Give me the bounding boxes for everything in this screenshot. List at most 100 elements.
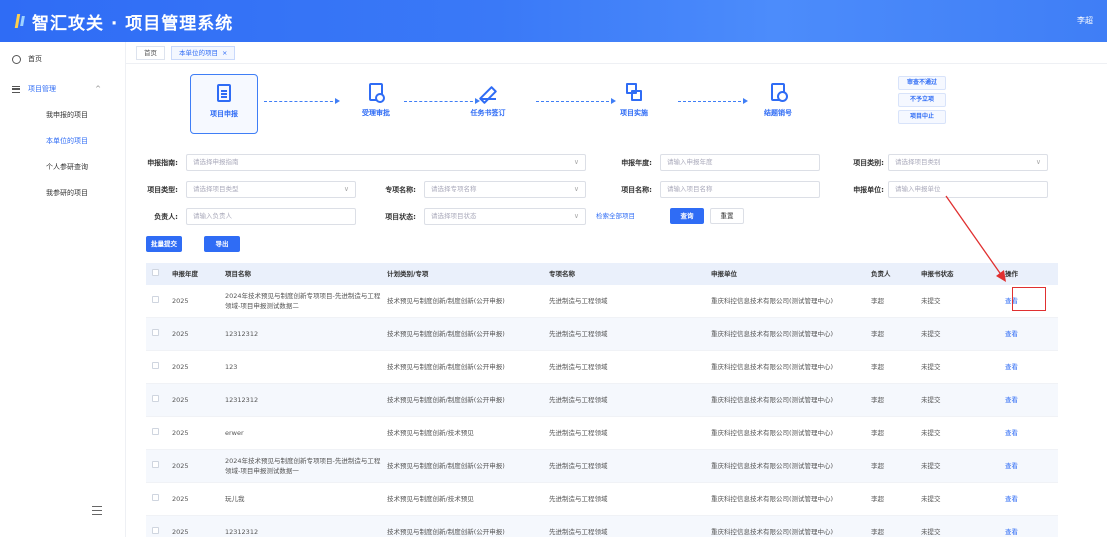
cell-year: 2025 — [172, 396, 189, 404]
view-link[interactable]: 查看 — [1001, 461, 1058, 471]
type-select[interactable]: 请选择项目类型 ∨ — [186, 181, 356, 198]
row-checkbox[interactable] — [146, 527, 168, 537]
cell-year: 2025 — [172, 330, 189, 338]
sidebar-group-project-management[interactable]: 项目管理 ^ — [0, 76, 125, 102]
search-button[interactable]: 查询 — [670, 208, 704, 224]
view-link[interactable]: 查看 — [1001, 329, 1058, 339]
sidebar-item-my-research-projects[interactable]: 我参研的项目 — [0, 180, 125, 206]
cell-status: 未提交 — [921, 330, 941, 338]
export-button[interactable]: 导出 — [204, 236, 240, 252]
row-checkbox[interactable] — [146, 494, 168, 504]
view-link[interactable]: 查看 — [1001, 362, 1058, 372]
not-approved-button[interactable]: 不予立项 — [898, 93, 946, 107]
arrow-right-icon — [264, 98, 340, 104]
special-placeholder: 请选择专项名称 — [431, 185, 477, 193]
cell-unit: 重庆科控信息技术有限公司(测试管理中心) — [711, 495, 834, 503]
row-checkbox[interactable] — [146, 461, 168, 471]
search-all-link[interactable]: 检索全部项目 — [596, 208, 635, 225]
guide-select[interactable]: 请选择申报指南 ∨ — [186, 154, 586, 171]
table-row: 2025 12312312 技术预见与制度创新/制度创新(公开申报) 先进制造与工程领… — [146, 384, 1058, 417]
step-implementation[interactable]: 项目实施 — [600, 74, 668, 134]
sidebar-item-home[interactable]: 首页 — [0, 42, 125, 76]
name-input[interactable]: 请输入项目名称 — [660, 181, 820, 198]
view-link[interactable]: 查看 — [1001, 527, 1058, 537]
column-header: 负责人 — [871, 270, 891, 278]
column-header: 操作 — [1005, 270, 1018, 278]
tab-label: 本单位的项目 — [179, 48, 218, 57]
approval-icon — [365, 82, 387, 104]
sidebar: 首页 项目管理 ^ 我申报的项目 本单位的项目 个人参研查询 我参研的项目 — [0, 42, 126, 537]
tabs-bar: 首页 本单位的项目 × — [126, 42, 1107, 64]
cell-special: 先进制造与工程领域 — [549, 396, 608, 404]
cell-unit: 重庆科控信息技术有限公司(测试管理中心) — [711, 297, 834, 305]
cell-owner: 李超 — [871, 297, 884, 305]
implement-icon — [623, 82, 645, 104]
view-link[interactable]: 查看 — [1001, 494, 1058, 504]
cell-project-name: erwer — [225, 429, 244, 437]
owner-input[interactable]: 请输入负责人 — [186, 208, 356, 225]
cell-plan: 技术预见与制度创新/制度创新(公开申报) — [387, 363, 505, 371]
highlight-box — [1012, 287, 1046, 311]
unit-label: 申报单位: — [853, 186, 884, 194]
column-header: 专项名称 — [549, 270, 575, 278]
cell-unit: 重庆科控信息技术有限公司(测试管理中心) — [711, 396, 834, 404]
select-all-checkbox[interactable] — [146, 269, 168, 279]
cell-year: 2025 — [172, 462, 189, 470]
sign-icon — [477, 82, 499, 104]
cell-unit: 重庆科控信息技术有限公司(测试管理中心) — [711, 330, 834, 338]
review-failed-button[interactable]: 审查不通过 — [898, 76, 946, 90]
cell-special: 先进制造与工程领域 — [549, 297, 608, 305]
cell-plan: 技术预见与制度创新/制度创新(公开申报) — [387, 528, 505, 536]
table-row: 2025 12312312 技术预见与制度创新/制度创新(公开申报) 先进制造与工程领… — [146, 318, 1058, 351]
step-sign[interactable]: 任务书签订 — [454, 74, 522, 134]
step-application[interactable]: 项目申报 — [190, 74, 258, 134]
step-closing[interactable]: 结题销号 — [744, 74, 812, 134]
column-header: 项目名称 — [225, 270, 251, 278]
row-checkbox[interactable] — [146, 395, 168, 405]
unit-input[interactable]: 请输入申报单位 — [888, 181, 1048, 198]
project-terminated-button[interactable]: 项目中止 — [898, 110, 946, 124]
sidebar-item-personal-research-query[interactable]: 个人参研查询 — [0, 154, 125, 180]
tab-home[interactable]: 首页 — [136, 45, 165, 60]
step-label: 受理审批 — [362, 109, 390, 117]
cell-owner: 李超 — [871, 396, 884, 404]
special-select[interactable]: 请选择专项名称 ∨ — [424, 181, 586, 198]
row-checkbox[interactable] — [146, 428, 168, 438]
view-link[interactable]: 查看 — [1001, 395, 1058, 405]
category-label: 项目类别: — [853, 159, 884, 167]
sidebar-item-my-applications[interactable]: 我申报的项目 — [0, 102, 125, 128]
filter-row: 项目类型: 请选择项目类型 ∨ 专项名称: 请选择专项名称 ∨ 项目名称: 请输入项… — [126, 181, 1107, 199]
cell-unit: 重庆科控信息技术有限公司(测试管理中心) — [711, 528, 834, 536]
cell-year: 2025 — [172, 297, 189, 305]
collapse-sidebar-icon[interactable] — [92, 506, 102, 515]
tab-label: 首页 — [144, 48, 157, 57]
reset-button[interactable]: 重置 — [710, 208, 744, 224]
cell-special: 先进制造与工程领域 — [549, 429, 608, 437]
close-icon[interactable]: × — [222, 49, 227, 57]
cell-status: 未提交 — [921, 429, 941, 437]
row-checkbox[interactable] — [146, 362, 168, 372]
step-label: 项目实施 — [620, 109, 648, 117]
year-input[interactable]: 请输入申报年度 — [660, 154, 820, 171]
cell-status: 未提交 — [921, 363, 941, 371]
row-checkbox[interactable] — [146, 296, 168, 306]
cell-plan: 技术预见与制度创新/技术预见 — [387, 495, 474, 503]
table-row: 2025 12312312 技术预见与制度创新/制度创新(公开申报) 先进制造与工程领… — [146, 516, 1058, 537]
step-approval[interactable]: 受理审批 — [342, 74, 410, 134]
user-name[interactable]: 李超 — [1077, 15, 1093, 26]
workflow: 项目申报 受理审批 任务书签订 项目实施 结题销号 — [190, 74, 810, 134]
owner-placeholder: 请输入负责人 — [193, 212, 232, 220]
category-select[interactable]: 请选择项目类别 ∨ — [888, 154, 1048, 171]
status-select[interactable]: 请选择项目状态 ∨ — [424, 208, 586, 225]
batch-submit-button[interactable]: 批量提交 — [146, 236, 182, 252]
guide-placeholder: 请选择申报指南 — [193, 158, 239, 166]
sidebar-item-unit-projects[interactable]: 本单位的项目 — [0, 128, 125, 154]
cell-status: 未提交 — [921, 528, 941, 536]
cell-project-name: 2024年技术预见与制度创新专项项目-先进制造与工程领域-项目申报测试数据一 — [225, 457, 381, 475]
row-checkbox[interactable] — [146, 329, 168, 339]
cell-special: 先进制造与工程领域 — [549, 363, 608, 371]
tab-unit-projects[interactable]: 本单位的项目 × — [171, 45, 236, 60]
cell-unit: 重庆科控信息技术有限公司(测试管理中心) — [711, 363, 834, 371]
cell-project-name: 12312312 — [225, 528, 259, 536]
view-link[interactable]: 查看 — [1001, 428, 1058, 438]
